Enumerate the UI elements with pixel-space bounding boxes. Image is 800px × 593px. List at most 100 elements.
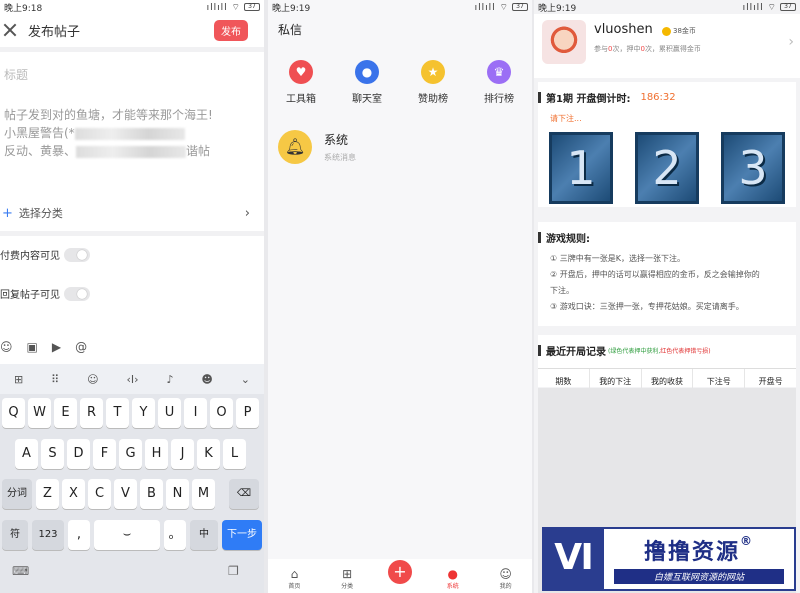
status-bar: 晚上9:18 ıllıll ⌔ 37: [0, 0, 264, 14]
key-n[interactable]: N: [166, 479, 189, 509]
rules-list: ① 三牌中有一张是K，选择一张下注。 ② 开盘后，押中的话可以赢得相应的金币，反之…: [538, 245, 796, 315]
key-u[interactable]: U: [158, 398, 181, 428]
bet-card[interactable]: 3: [721, 132, 785, 204]
grid-icon: ⊞: [342, 567, 353, 581]
tab-mine[interactable]: ☺ 我的: [491, 567, 521, 590]
tab-system[interactable]: ● 系统: [438, 567, 468, 590]
keypad-icon[interactable]: ⠿: [51, 373, 59, 386]
publish-button[interactable]: 发布: [214, 19, 248, 41]
tab-category[interactable]: ⊞ 分类: [332, 567, 362, 590]
key-c[interactable]: C: [88, 479, 111, 509]
mention-icon[interactable]: @: [75, 340, 87, 354]
page-title: 私信: [278, 23, 303, 37]
key-g[interactable]: G: [119, 439, 142, 469]
bet-card[interactable]: 2: [635, 132, 699, 204]
quick-action[interactable]: ♛ 排行榜: [469, 60, 529, 105]
num-key[interactable]: 123: [32, 520, 64, 550]
close-icon[interactable]: [2, 22, 18, 38]
key-s[interactable]: S: [41, 439, 64, 469]
user-header[interactable]: vluoshen 38金币 参与0次，押中0次，累积赢得金币 ›: [534, 14, 800, 78]
signal-icon: ıllıll ⌔: [206, 2, 241, 13]
key-p[interactable]: P: [236, 398, 259, 428]
key-w[interactable]: W: [28, 398, 51, 428]
space-key[interactable]: ⌣: [94, 520, 160, 550]
battery-icon: 37: [244, 3, 260, 11]
trophy-icon: ♛: [487, 60, 511, 84]
next-key[interactable]: 下一步: [222, 520, 262, 550]
reply-visible-toggle[interactable]: [64, 286, 90, 301]
keyboard-toolbar: ⊞ ⠿ ☺ ‹I› ♪ ☻ ⌄: [0, 364, 264, 394]
clipboard-icon[interactable]: ❐: [228, 564, 239, 578]
fen-key[interactable]: 分词: [2, 479, 32, 509]
key-b[interactable]: B: [140, 479, 163, 509]
status-time: 晚上9:19: [538, 3, 577, 14]
key-j[interactable]: J: [171, 439, 194, 469]
paid-visible-row: 付费内容可见: [0, 247, 90, 262]
quick-action[interactable]: ♥ 工具箱: [271, 60, 331, 105]
key-i[interactable]: I: [184, 398, 207, 428]
status-time: 晚上9:18: [4, 3, 43, 14]
quick-action[interactable]: ● 聊天室: [337, 60, 397, 105]
home-icon: ⌂: [290, 567, 299, 581]
rule-line: ② 开盘后，押中的话可以赢得相应的金币，反之会输掉你的: [550, 270, 760, 279]
key-q[interactable]: Q: [2, 398, 25, 428]
title-input[interactable]: 标题: [4, 66, 28, 83]
status-bar: 晚上9:19 ıllıll ⌔ 37: [268, 0, 532, 14]
system-icon: ●: [447, 567, 459, 581]
heart-icon: ♥: [289, 60, 313, 84]
category-select[interactable]: + 选择分类 ›: [0, 203, 264, 223]
key-t[interactable]: T: [106, 398, 129, 428]
key-a[interactable]: A: [15, 439, 38, 469]
mic-icon[interactable]: ♪: [166, 373, 173, 386]
emoji-icon[interactable]: ☺: [87, 373, 98, 386]
comma-key[interactable]: ,: [68, 520, 90, 550]
bottom-tabbar: ⌂ 首页 ⊞ 分类 + ● 系统 ☺ 我的: [268, 559, 532, 593]
cursor-icon[interactable]: ‹I›: [126, 373, 138, 386]
tab-create[interactable]: +: [385, 560, 415, 590]
lang-key[interactable]: 中: [190, 520, 218, 550]
key-h[interactable]: H: [145, 439, 168, 469]
key-d[interactable]: D: [67, 439, 90, 469]
video-icon[interactable]: ▶: [52, 340, 61, 354]
watermark-logo: Ⅵ 撸撸资源® 白嫖互联网资源的网站: [542, 527, 796, 591]
tab-home[interactable]: ⌂ 首页: [279, 567, 309, 590]
key-y[interactable]: Y: [132, 398, 155, 428]
image-icon[interactable]: ▣: [27, 340, 38, 354]
system-message-item[interactable]: 🔔︎ 系统 系统消息: [278, 130, 356, 164]
key-m[interactable]: M: [192, 479, 215, 509]
chevron-right-icon: ›: [788, 34, 794, 50]
key-r[interactable]: R: [80, 398, 103, 428]
compose-toolbar: ☺ ▣ ▶ @: [0, 338, 264, 356]
rules-section: 游戏规则: ① 三牌中有一张是K，选择一张下注。 ② 开盘后，押中的话可以赢得相应…: [538, 222, 796, 326]
emoji-icon[interactable]: ☺: [0, 340, 13, 354]
bet-card[interactable]: 1: [549, 132, 613, 204]
star-icon: ★: [421, 60, 445, 84]
key-z[interactable]: Z: [36, 479, 59, 509]
coin-icon: [662, 26, 671, 36]
coin-badge: 38金币: [662, 26, 696, 36]
avatar: [542, 20, 586, 64]
keyboard-icon[interactable]: ⌨: [12, 564, 29, 578]
quick-action[interactable]: ★ 赞助榜: [403, 60, 463, 105]
key-v[interactable]: V: [114, 479, 137, 509]
grid-icon[interactable]: ⊞: [14, 373, 23, 386]
quick-actions: ♥ 工具箱 ● 聊天室 ★ 赞助榜 ♛ 排行榜: [268, 60, 532, 105]
round-section: 第1期 开盘倒计时: 186:32 请下注... 123: [538, 82, 796, 207]
cards: 123: [538, 132, 796, 204]
chevron-down-icon[interactable]: ⌄: [241, 373, 250, 386]
key-k[interactable]: K: [197, 439, 220, 469]
bell-icon: 🔔︎: [278, 130, 312, 164]
reply-visible-label: 回复帖子可见: [0, 290, 60, 301]
key-l[interactable]: L: [223, 439, 246, 469]
key-e[interactable]: E: [54, 398, 77, 428]
key-f[interactable]: F: [93, 439, 116, 469]
key-x[interactable]: X: [62, 479, 85, 509]
face-icon[interactable]: ☻: [201, 373, 212, 386]
paid-visible-toggle[interactable]: [64, 247, 90, 262]
symbol-key[interactable]: 符: [2, 520, 28, 550]
period-key[interactable]: 。: [164, 520, 186, 550]
quick-action-label: 排行榜: [484, 94, 514, 105]
body-input[interactable]: 帖子发到对的鱼塘，才能等来那个海王! 小黑屋警告(* 反动、黄暴、 谐帖: [4, 106, 254, 160]
key-o[interactable]: O: [210, 398, 233, 428]
backspace-key[interactable]: ⌫: [229, 479, 259, 509]
